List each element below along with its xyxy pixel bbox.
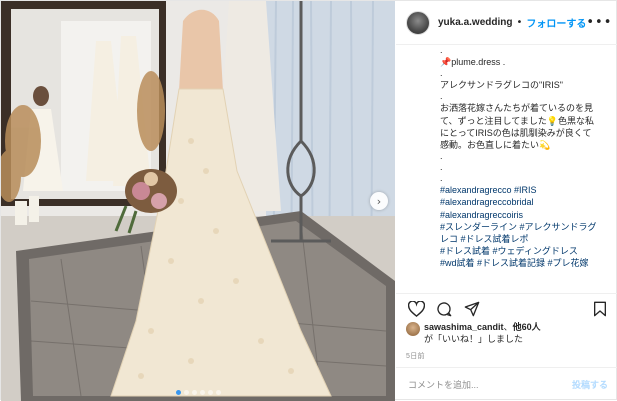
bookmark-icon[interactable] <box>590 299 610 319</box>
caption-line: . <box>440 151 443 162</box>
liker-username[interactable]: sawashima_candit <box>424 322 504 332</box>
caption-line: レコ #ドレス試着レポ <box>440 234 529 245</box>
username-link[interactable]: yuka.a.wedding <box>438 17 512 28</box>
caption-line: . <box>440 173 443 184</box>
likes-count[interactable]: 他60人 <box>513 322 541 332</box>
caption-line: #alexandragrecco #IRIS <box>440 185 537 196</box>
post-timestamp[interactable]: 5日前 <box>406 351 425 361</box>
wedding-dress-photo <box>1 1 395 401</box>
caption-line: #ドレス試着 #ウェディングドレス <box>440 246 578 257</box>
caption-line: 感動。お色直しに着たい💫 <box>440 140 551 151</box>
caption-line: . <box>440 45 443 55</box>
action-bar <box>396 293 617 319</box>
caption-line: アレクサンドラグレコの"IRIS" <box>440 80 563 91</box>
carousel-dot <box>215 390 221 395</box>
caption-line: #alexandragreccobridal <box>440 197 534 208</box>
avatar[interactable] <box>406 10 430 35</box>
caption-line: にとってIRISの色は肌馴染みが良くて <box>440 127 592 138</box>
heart-icon[interactable] <box>406 299 426 319</box>
liker-avatar[interactable] <box>406 322 420 336</box>
carousel-indicator <box>1 390 395 395</box>
follow-button[interactable]: フォローする <box>526 15 586 30</box>
caption-line: . <box>440 91 443 102</box>
carousel-dot <box>183 390 189 395</box>
post-header: yuka.a.wedding • フォローする ••• <box>396 1 617 45</box>
caption-line: #alexandragreccoiris <box>440 209 524 220</box>
post-caption: . 📌plume.dress .. アレクサンドラグレコの"IRIS". お洒落花嫁さ… <box>396 45 617 291</box>
likes-suffix: が「いいね！」しました <box>424 334 524 344</box>
share-icon[interactable] <box>462 299 482 319</box>
instagram-post-embed: › yuka.a.wedding • フォローする ••• . 📌plume.dr… <box>0 0 617 401</box>
caption-line: て、ずっと注目してました💡色黒な私 <box>440 115 595 126</box>
comment-input[interactable] <box>406 378 572 391</box>
comment-bar: 投稿する <box>396 367 617 401</box>
post-photo[interactable]: › <box>1 1 395 401</box>
likes-summary: sawashima_candit、他60人 が「いいね！」しました <box>406 321 612 345</box>
carousel-dot <box>199 390 205 395</box>
carousel-dot <box>207 390 213 395</box>
likes-text: sawashima_candit、他60人 が「いいね！」しました <box>424 322 541 344</box>
caption-line: #スレンダーライン #アレクサンドラグ <box>440 221 597 232</box>
post-comment-button[interactable]: 投稿する <box>572 378 608 391</box>
chevron-right-icon[interactable]: › <box>370 192 388 210</box>
carousel-dot <box>191 390 197 395</box>
post-side-panel: yuka.a.wedding • フォローする ••• . 📌plume.dres… <box>396 1 617 401</box>
comment-icon[interactable] <box>434 299 454 319</box>
caption-line: 📌plume.dress . <box>440 57 506 67</box>
separator-dot: • <box>516 17 523 28</box>
carousel-dot <box>175 390 181 395</box>
caption-line: お洒落花嫁さんたちが着ているのを見 <box>440 103 594 114</box>
caption-line: . <box>440 162 443 173</box>
caption-line: #wd試着 #ドレス試着記録 #プレ花嫁 <box>440 258 589 269</box>
caption-line: . <box>440 68 443 79</box>
more-options-icon[interactable]: ••• <box>586 15 612 30</box>
